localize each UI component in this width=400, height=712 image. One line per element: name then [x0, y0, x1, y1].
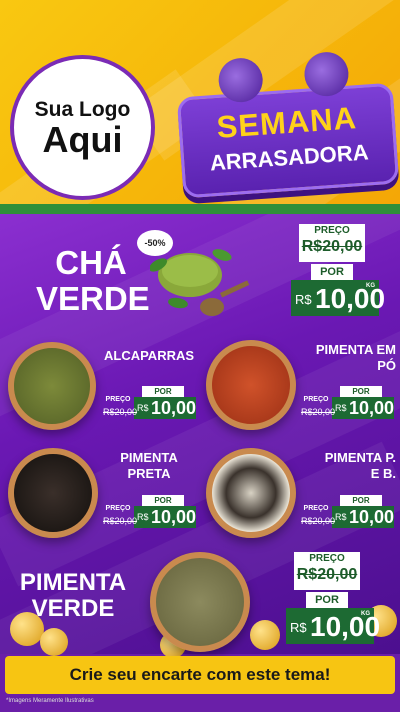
por-label: POR: [306, 592, 348, 608]
currency: R$: [295, 292, 312, 307]
currency: R$: [335, 403, 347, 413]
coin-icon: [250, 620, 280, 650]
item-name-line2: PÓ: [377, 358, 396, 374]
new-price-box: R$ 10,00 KG: [291, 280, 385, 316]
featured-name-line1: CHÁ: [55, 244, 127, 281]
disclaimer-text: *Imagens Meramente Ilustrativas: [6, 698, 94, 704]
old-price-box: PREÇO R$20,00: [294, 552, 360, 590]
old-price: R$20,00: [103, 516, 138, 526]
currency: R$: [335, 512, 347, 522]
coin-icon: [40, 628, 68, 656]
old-price: R$20,00: [301, 516, 336, 526]
logo-text-line2: Aqui: [42, 118, 123, 160]
header-divider: [0, 204, 400, 214]
price-label: PREÇO: [303, 396, 329, 403]
footer: *Imagens Meramente Ilustrativas: [0, 694, 400, 712]
old-price: R$20,00: [296, 566, 358, 583]
por-label: POR: [311, 264, 353, 280]
item-name-line2: PRETA: [127, 466, 171, 482]
unit-label: KG: [361, 611, 370, 617]
old-price: R$20,00: [103, 407, 138, 417]
new-price-box: R$ 10,00: [134, 397, 196, 419]
green-pepper-bowl-image: [150, 552, 250, 652]
ground-pepper-bowl-image: [206, 340, 296, 430]
featured-name-line2: VERDE: [36, 280, 150, 318]
semana-arrasadora-badge: SEMANA ARRASADORA: [176, 50, 400, 199]
new-price: 10,00: [349, 398, 395, 418]
logo-placeholder: Sua Logo Aqui: [10, 55, 155, 200]
capers-bowl-image: [8, 342, 96, 430]
logo-text-line1: Sua Logo: [34, 97, 131, 121]
old-price: R$20,00: [301, 238, 363, 255]
mixed-pepper-bowl-image: [206, 448, 296, 538]
new-price: 10,00: [349, 507, 395, 527]
item-name: PIMENTA P. E B.: [300, 450, 396, 483]
item-name-line2: E B.: [370, 466, 396, 482]
black-pepper-bowl-image: [8, 448, 98, 538]
item-name-line1: ALCAPARRAS: [104, 348, 195, 363]
new-price: 10,00: [151, 398, 197, 418]
price-label: PREÇO: [105, 505, 131, 512]
featured-name-line2: VERDE: [31, 595, 115, 623]
item-name-line1: PIMENTA P.: [324, 450, 396, 465]
item-name-line1: PIMENTA EM: [315, 342, 396, 357]
price-label: PREÇO: [105, 396, 131, 403]
item-name: PIMENTA PRETA: [104, 450, 194, 483]
featured-product-name: CHÁ VERDE: [36, 244, 150, 318]
cta-banner[interactable]: Crie seu encarte com este tema!: [5, 656, 395, 694]
item-name: PIMENTA EM PÓ: [300, 342, 396, 375]
currency: R$: [137, 512, 149, 522]
item-name-line1: PIMENTA: [120, 450, 178, 465]
old-price: R$20,00: [301, 407, 336, 417]
new-price: 10,00: [151, 507, 197, 527]
old-price-box: PREÇO R$20,00: [299, 224, 365, 262]
item-name: ALCAPARRAS: [104, 348, 194, 364]
new-price-box: R$ 10,00 KG: [286, 608, 380, 644]
featured-product-name: PIMENTA VERDE: [8, 569, 138, 623]
featured-name-line1: PIMENTA: [19, 569, 127, 596]
unit-label: KG: [366, 283, 375, 289]
currency: R$: [137, 403, 149, 413]
price-label: PREÇO: [314, 225, 350, 236]
new-price-box: R$ 10,00: [332, 397, 394, 419]
new-price-box: R$ 10,00: [332, 506, 394, 528]
price-label: PREÇO: [303, 505, 329, 512]
price-label: PREÇO: [309, 553, 345, 564]
new-price-box: R$ 10,00: [134, 506, 196, 528]
currency: R$: [290, 620, 307, 635]
green-tea-image: [148, 245, 250, 316]
